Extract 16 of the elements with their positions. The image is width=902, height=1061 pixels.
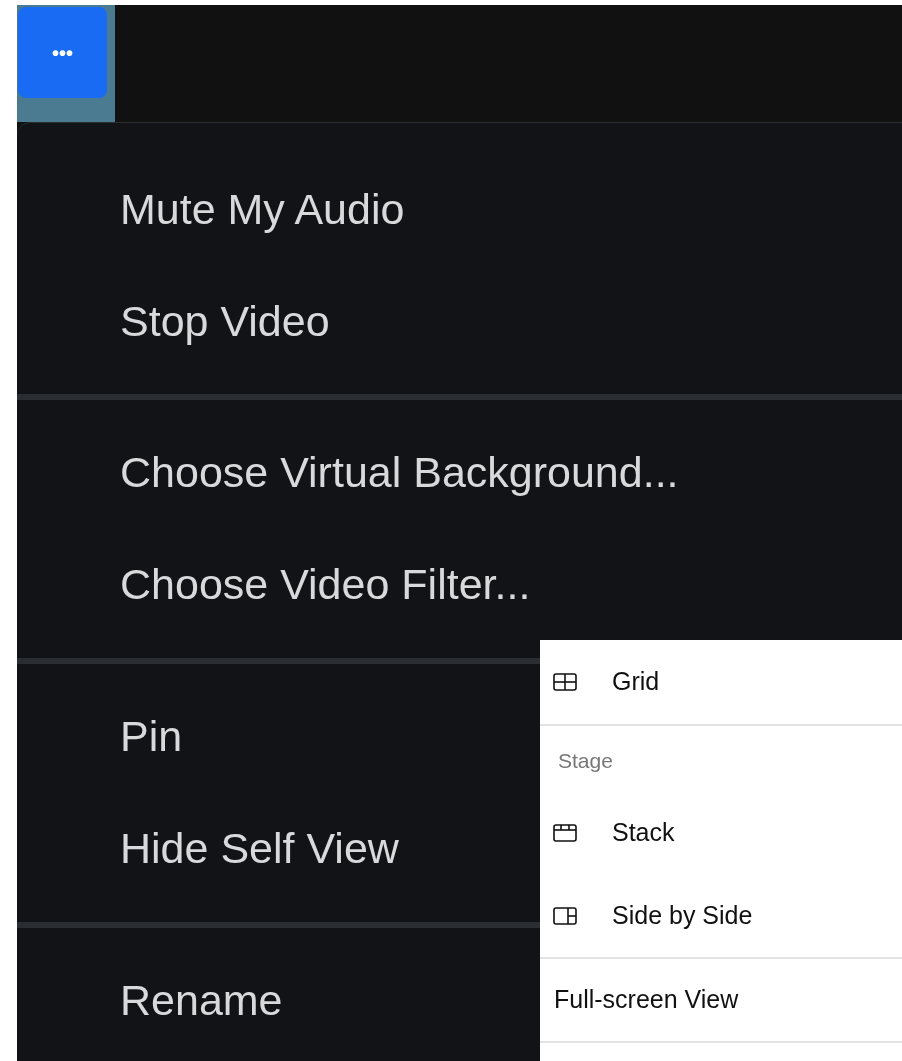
section-header: Stage <box>558 747 613 774</box>
side-layout-icon <box>553 907 577 925</box>
menu-item[interactable]: Stack <box>612 814 675 852</box>
menu-item[interactable]: Grid <box>612 663 660 701</box>
menu-item[interactable]: Mute My Audio <box>120 176 405 242</box>
more-button[interactable]: ••• <box>18 7 107 98</box>
menu-item[interactable]: Hide Self View <box>120 815 399 881</box>
menu-item[interactable]: Choose Video Filter... <box>120 551 531 617</box>
menu-item[interactable]: Pin <box>120 703 183 769</box>
stack-layout-icon <box>553 824 577 842</box>
menu-item[interactable]: Rename <box>120 967 283 1033</box>
menu-item[interactable]: Choose Virtual Background... <box>120 439 679 505</box>
menu-item[interactable]: Side by Side <box>612 897 753 935</box>
menu-item[interactable]: Full-screen View <box>554 981 739 1019</box>
grid-layout-icon <box>553 673 577 691</box>
menu-item[interactable]: Stop Video <box>120 288 330 354</box>
